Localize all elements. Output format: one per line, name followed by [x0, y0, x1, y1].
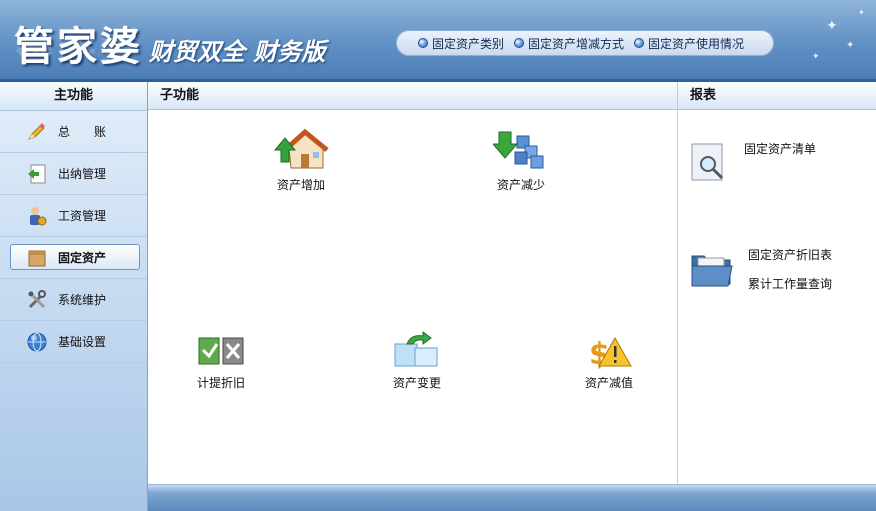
- sidebar-item-label: 总 账: [58, 125, 107, 139]
- footer-bar: [148, 484, 876, 511]
- radio-bullet-icon: [514, 38, 525, 48]
- function-depreciation[interactable]: 计提折旧: [176, 330, 266, 391]
- cashier-icon: [26, 163, 48, 185]
- sparkle-icon: ✦: [846, 40, 855, 51]
- sidebar-item-salary[interactable]: 工资管理: [0, 195, 147, 237]
- quick-link-label: 固定资产使用情况: [648, 36, 745, 51]
- impairment-icon: $: [589, 336, 632, 370]
- report-link-workload-query[interactable]: 累计工作量查询: [748, 275, 832, 292]
- radio-bullet-icon: [634, 38, 645, 48]
- sidebar-item-label: 工资管理: [58, 209, 107, 223]
- report-link-asset-list[interactable]: 固定资产清单: [744, 140, 816, 157]
- globe-icon: [26, 331, 48, 353]
- sidebar-item-label: 固定资产: [58, 251, 107, 265]
- house-add-icon: [273, 128, 329, 169]
- sub-function-panel: 子功能 资产增加 资产减少 计提折旧 资产变更 $ 资产减值: [148, 82, 678, 484]
- quick-link-label: 固定资产类别: [432, 36, 505, 51]
- magnifier-doc-icon[interactable]: [690, 140, 730, 184]
- function-label: 计提折旧: [196, 376, 245, 390]
- sparkle-icon: ✦: [858, 8, 865, 17]
- brand-reflection: 管家婆: [14, 34, 143, 56]
- function-label: 资产减值: [584, 376, 633, 390]
- pencil-icon: [26, 121, 48, 143]
- header-banner: 管家婆 财贸双全 财务版 管家婆 固定资产类别 固定资产增减方式 固定资产使用情况…: [0, 0, 876, 82]
- sub-function-title: 子功能: [148, 82, 677, 110]
- box-icon: [26, 247, 48, 269]
- function-label: 资产减少: [496, 178, 545, 192]
- sidebar-item-system-maintenance[interactable]: 系统维护: [0, 279, 147, 321]
- sidebar-title: 主功能: [0, 82, 147, 111]
- sidebar-item-general-ledger[interactable]: 总 账: [0, 111, 147, 153]
- function-label: 资产增加: [276, 178, 325, 192]
- folder-icon[interactable]: [690, 246, 734, 290]
- radio-bullet-icon: [418, 38, 428, 48]
- report-title: 报表: [678, 82, 876, 110]
- sidebar-item-cashier[interactable]: 出纳管理: [0, 153, 147, 195]
- quick-links-bar: 固定资产类别 固定资产增减方式 固定资产使用情况: [396, 30, 774, 56]
- sidebar-item-basic-settings[interactable]: 基础设置: [0, 321, 147, 363]
- function-asset-change[interactable]: 资产变更: [372, 330, 462, 391]
- sidebar-item-fixed-assets[interactable]: 固定资产: [0, 237, 147, 279]
- blocks-reduce-icon: [493, 131, 544, 169]
- tools-icon: [26, 289, 48, 311]
- quick-link-asset-category[interactable]: 固定资产类别: [418, 35, 504, 52]
- function-asset-impairment[interactable]: $ 资产减值: [564, 330, 654, 391]
- change-icon: [394, 331, 438, 367]
- brand-sub-text: 财贸双全 财务版: [149, 38, 326, 66]
- sidebar-item-label: 基础设置: [58, 335, 107, 349]
- depreciation-icon: [198, 337, 244, 365]
- sparkle-icon: ✦: [826, 18, 838, 34]
- quick-link-label: 固定资产增减方式: [528, 36, 625, 51]
- salary-icon: [26, 205, 48, 227]
- sidebar-item-label: 系统维护: [58, 293, 107, 307]
- function-label: 资产变更: [392, 376, 441, 390]
- function-asset-add[interactable]: 资产增加: [256, 128, 346, 193]
- report-panel: 报表 固定资产清单 固定资产折旧表 累计工作量查询: [678, 82, 876, 484]
- report-group-depreciation: 固定资产折旧表 累计工作量查询: [690, 246, 832, 292]
- quick-link-change-method[interactable]: 固定资产增减方式: [514, 35, 624, 52]
- report-link-depreciation-table[interactable]: 固定资产折旧表: [748, 246, 832, 263]
- function-asset-reduce[interactable]: 资产减少: [476, 128, 566, 193]
- sidebar-item-label: 出纳管理: [58, 167, 107, 181]
- report-group-asset-list: 固定资产清单: [690, 140, 816, 184]
- quick-link-usage-status[interactable]: 固定资产使用情况: [634, 35, 744, 52]
- sidebar: 主功能 总 账 出纳管理 工资管理 固定资产 系统维护 基础设置: [0, 82, 148, 511]
- sparkle-icon: ✦: [812, 52, 820, 62]
